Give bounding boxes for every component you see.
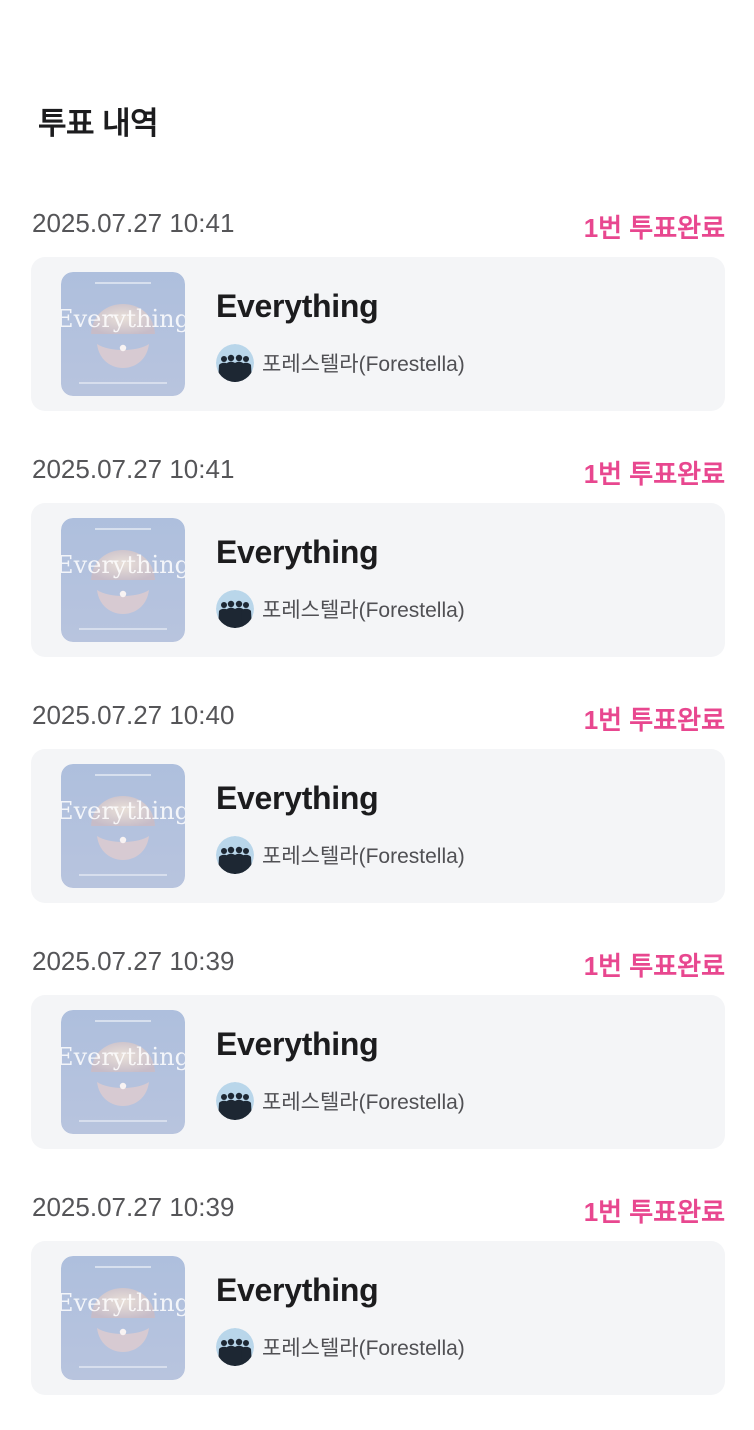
vote-entry-header: 2025.07.27 10:39 1번 투표완료 xyxy=(31,938,725,995)
page-title: 투표 내역 xyxy=(38,106,159,141)
album-cover-icon: Everything xyxy=(61,764,185,888)
artist-name: 포레스텔라(Forestella) xyxy=(262,599,465,622)
song-title: Everything xyxy=(216,534,379,570)
song-info: Everything 포레스텔라(Forestella) xyxy=(216,1024,465,1120)
song-info: Everything 포레스텔라(Forestella) xyxy=(216,778,465,874)
artist-row: 포레스텔라(Forestella) xyxy=(216,590,465,628)
album-cover-icon: Everything xyxy=(61,1010,185,1134)
artist-row: 포레스텔라(Forestella) xyxy=(216,344,465,382)
album-cover-text: Everything xyxy=(61,797,185,825)
song-info: Everything 포레스텔라(Forestella) xyxy=(216,1270,465,1366)
song-info: Everything 포레스텔라(Forestella) xyxy=(216,532,465,628)
vote-entry: 2025.07.27 10:41 1번 투표완료 Everything Ever… xyxy=(31,200,725,446)
vote-status: 1번 투표완료 xyxy=(583,705,725,735)
vote-status: 1번 투표완료 xyxy=(583,459,725,489)
vote-history-list: 2025.07.27 10:41 1번 투표완료 Everything Ever… xyxy=(31,200,725,1430)
song-title: Everything xyxy=(216,780,379,816)
song-card[interactable]: Everything Everything 포레스텔라(Forestella) xyxy=(31,1241,725,1395)
artist-row: 포레스텔라(Forestella) xyxy=(216,1328,465,1366)
vote-status: 1번 투표완료 xyxy=(583,213,725,243)
vote-status: 1번 투표완료 xyxy=(583,1197,725,1227)
song-title: Everything xyxy=(216,1026,379,1062)
album-cover-icon: Everything xyxy=(61,1256,185,1380)
artist-name: 포레스텔라(Forestella) xyxy=(262,353,465,376)
vote-entry: 2025.07.27 10:39 1번 투표완료 Everything Ever… xyxy=(31,1184,725,1430)
artist-row: 포레스텔라(Forestella) xyxy=(216,1082,465,1120)
artist-avatar xyxy=(216,590,254,628)
vote-timestamp: 2025.07.27 10:41 xyxy=(32,208,235,238)
artist-name: 포레스텔라(Forestella) xyxy=(262,1337,465,1360)
vote-entry-header: 2025.07.27 10:41 1번 투표완료 xyxy=(31,446,725,503)
artist-avatar xyxy=(216,344,254,382)
vote-timestamp: 2025.07.27 10:41 xyxy=(32,454,235,484)
album-cover-icon: Everything xyxy=(61,272,185,396)
artist-row: 포레스텔라(Forestella) xyxy=(216,836,465,874)
album-cover-text: Everything xyxy=(61,551,185,579)
vote-entry-header: 2025.07.27 10:41 1번 투표완료 xyxy=(31,200,725,257)
song-title: Everything xyxy=(216,1272,379,1308)
album-cover-text: Everything xyxy=(61,1043,185,1071)
vote-entry: 2025.07.27 10:39 1번 투표완료 Everything Ever… xyxy=(31,938,725,1184)
album-cover-text: Everything xyxy=(61,1289,185,1317)
vote-timestamp: 2025.07.27 10:40 xyxy=(32,700,235,730)
vote-timestamp: 2025.07.27 10:39 xyxy=(32,946,235,976)
artist-name: 포레스텔라(Forestella) xyxy=(262,845,465,868)
song-info: Everything 포레스텔라(Forestella) xyxy=(216,286,465,382)
artist-avatar xyxy=(216,836,254,874)
vote-entry: 2025.07.27 10:41 1번 투표완료 Everything Ever… xyxy=(31,446,725,692)
vote-status: 1번 투표완료 xyxy=(583,951,725,981)
song-card[interactable]: Everything Everything 포레스텔라(Forestella) xyxy=(31,749,725,903)
vote-entry-header: 2025.07.27 10:40 1번 투표완료 xyxy=(31,692,725,749)
vote-entry-header: 2025.07.27 10:39 1번 투표완료 xyxy=(31,1184,725,1241)
vote-entry: 2025.07.27 10:40 1번 투표완료 Everything Ever… xyxy=(31,692,725,938)
song-title: Everything xyxy=(216,288,379,324)
album-cover-text: Everything xyxy=(61,305,185,333)
album-cover-icon: Everything xyxy=(61,518,185,642)
song-card[interactable]: Everything Everything 포레스텔라(Forestella) xyxy=(31,503,725,657)
vote-timestamp: 2025.07.27 10:39 xyxy=(32,1192,235,1222)
artist-name: 포레스텔라(Forestella) xyxy=(262,1091,465,1114)
song-card[interactable]: Everything Everything 포레스텔라(Forestella) xyxy=(31,995,725,1149)
song-card[interactable]: Everything Everything 포레스텔라(Forestella) xyxy=(31,257,725,411)
artist-avatar xyxy=(216,1082,254,1120)
artist-avatar xyxy=(216,1328,254,1366)
